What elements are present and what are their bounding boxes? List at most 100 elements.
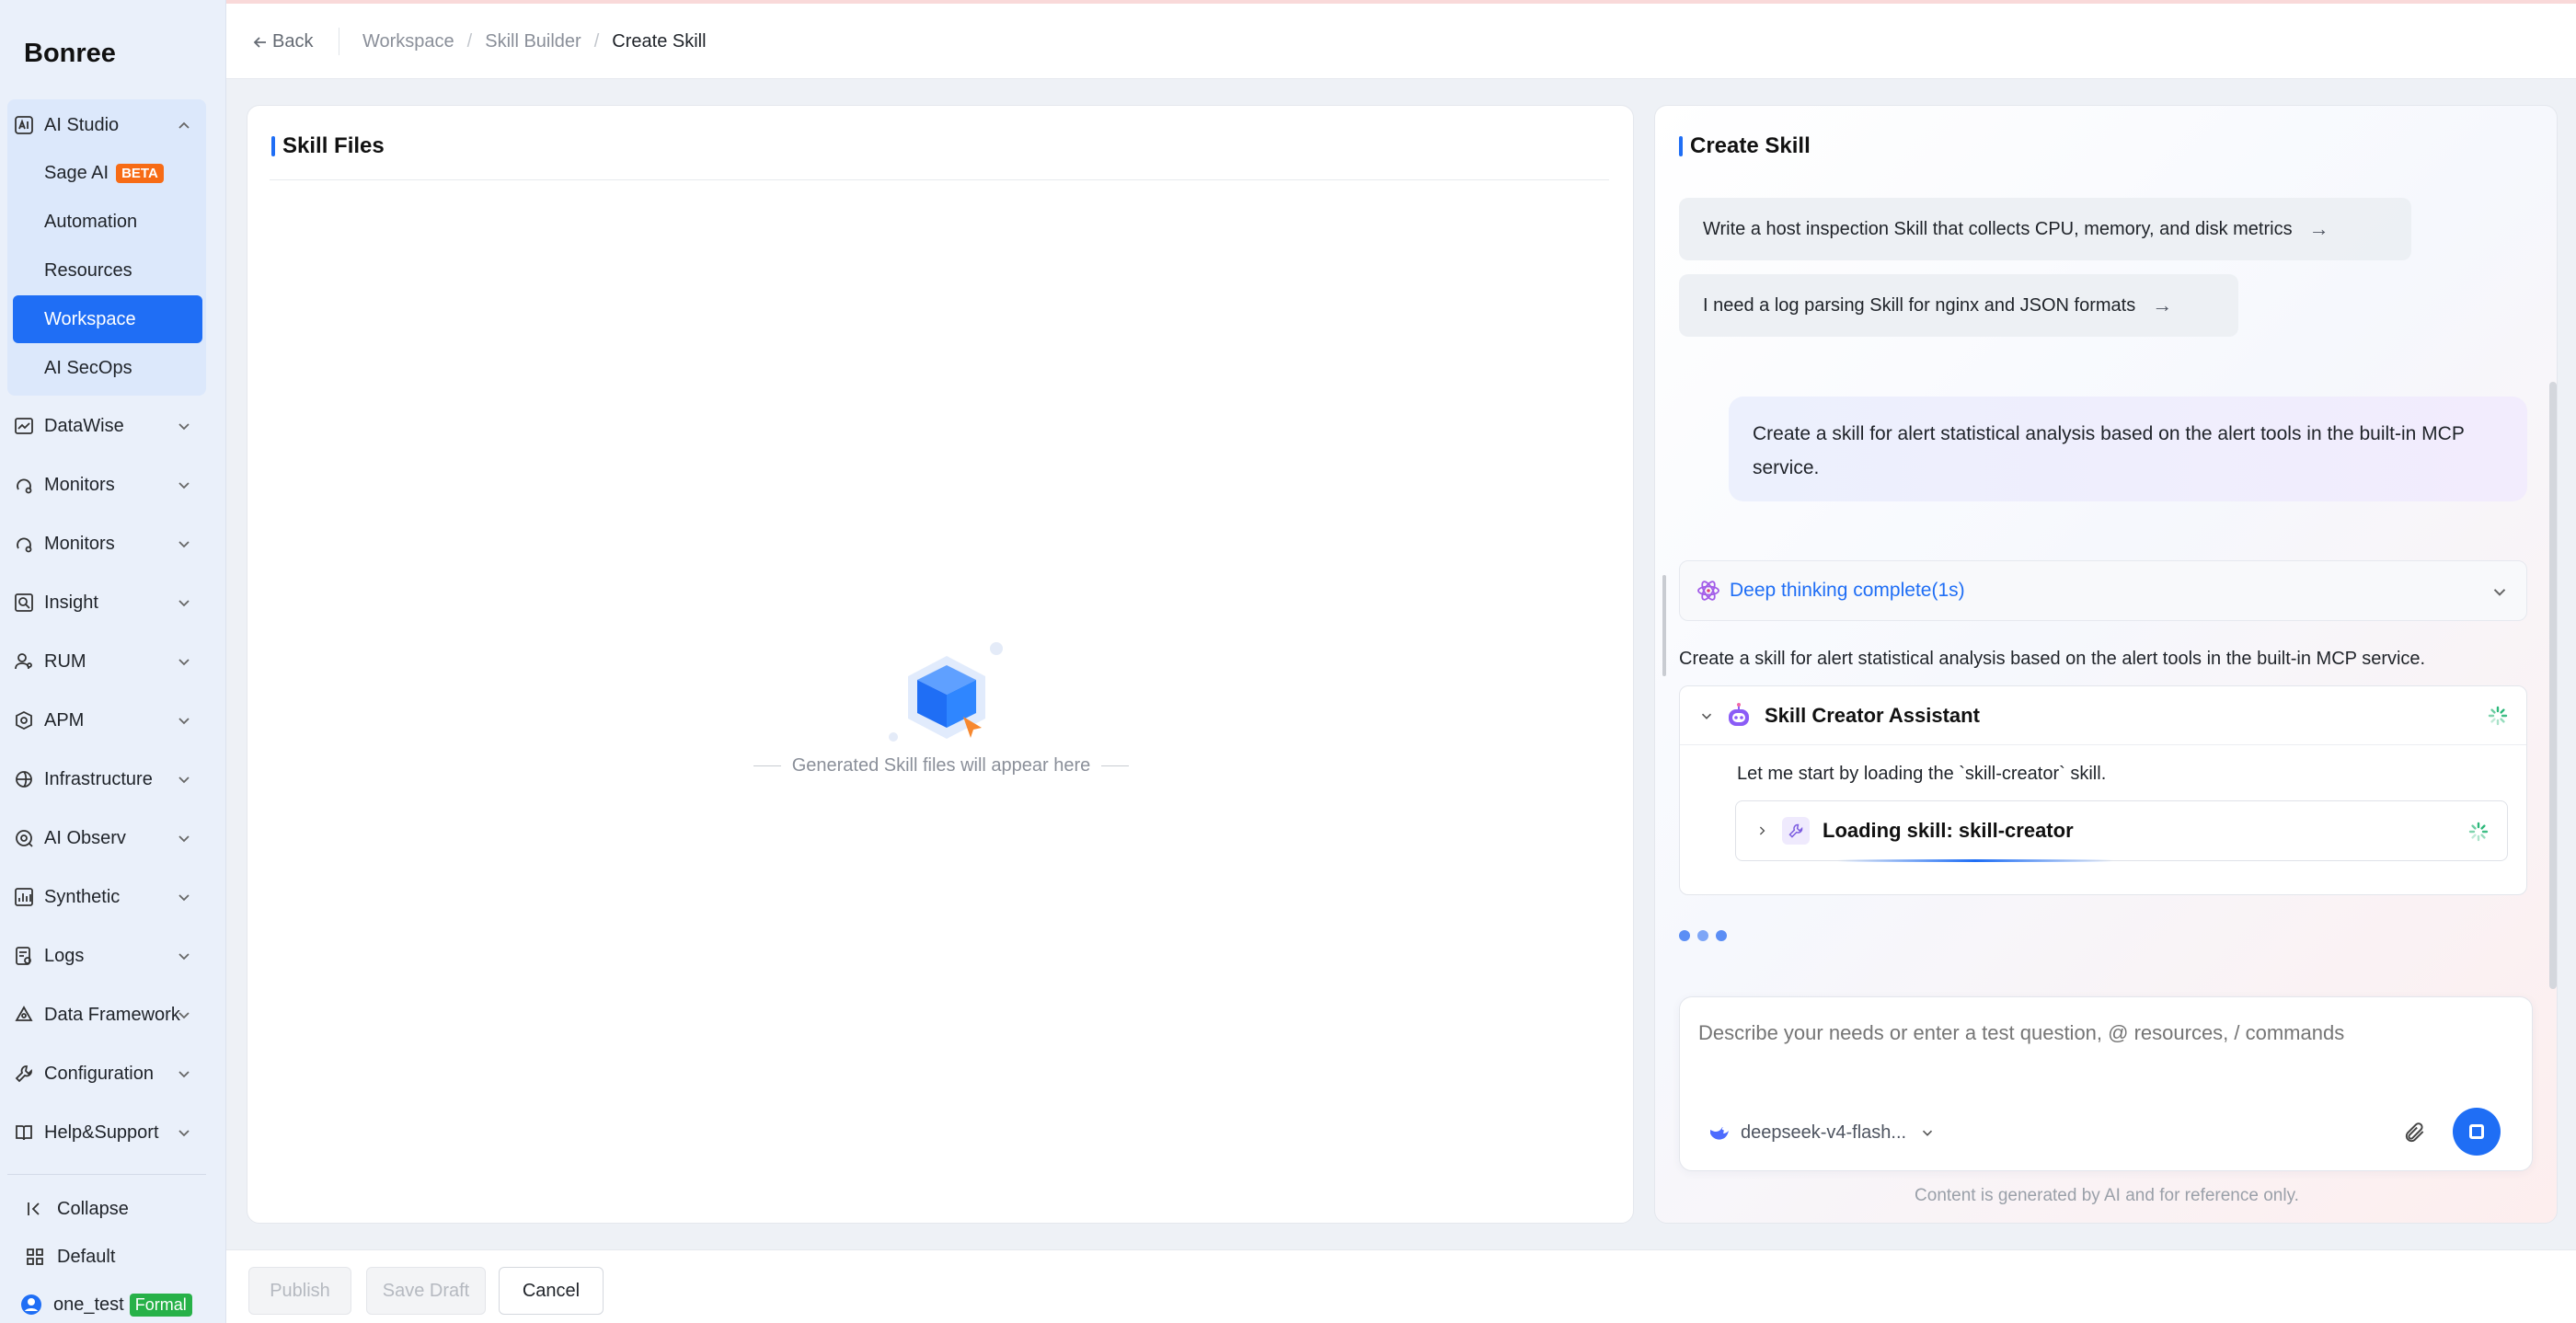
nav-label: Configuration [44,1063,154,1084]
tool-progress-bar [1837,859,2113,862]
sidebar-item-label: Workspace [44,308,136,329]
suggestion-log-parsing[interactable]: I need a log parsing Skill for nginx and… [1679,274,2238,337]
nav-label: Infrastructure [44,768,153,789]
assistant-name: Skill Creator Assistant [1765,703,1980,727]
publish-button[interactable]: Publish [248,1267,351,1315]
chevron-down-icon [178,1130,190,1137]
nav-logs[interactable]: Logs [13,932,206,980]
infrastructure-icon [13,768,35,790]
assistant-header[interactable]: Skill Creator Assistant [1680,686,2526,745]
chat-input[interactable] [1698,1021,2490,1045]
sidebar-item-resources[interactable]: Resources [13,247,202,294]
sidebar-item-sage-ai[interactable]: Sage AI BETA [13,149,202,197]
cancel-button[interactable]: Cancel [499,1267,604,1315]
thinking-label: Deep thinking complete(1s) [1730,580,1965,601]
nav-monitors[interactable]: Monitors [13,461,206,509]
top-header: Back Workspace / Skill Builder / Create … [226,0,2576,79]
framework-icon [13,1004,35,1026]
chevron-down-icon [178,1071,190,1078]
tool-call-card[interactable]: Loading skill: skill-creator [1735,800,2508,862]
book-icon [13,1122,35,1144]
avatar [20,1294,42,1316]
loading-spinner-icon [2468,822,2489,842]
nav-help-support[interactable]: Help&Support [13,1109,206,1156]
sidebar-item-ai-secops[interactable]: AI SecOps [13,344,202,392]
nav-datawise[interactable]: DataWise [13,402,206,450]
breadcrumb-separator: / [466,31,473,52]
save-draft-button[interactable]: Save Draft [366,1267,486,1315]
thread-marker [1662,575,1666,676]
breadcrumb-workspace[interactable]: Workspace [362,31,454,52]
apm-icon [13,709,35,731]
chat-scrollbar[interactable] [2549,382,2557,989]
breadcrumb: Workspace / Skill Builder / Create Skill [362,31,707,52]
chevron-down-icon [178,718,190,725]
skill-files-title: Skill Files [271,133,385,159]
nav-data-framework[interactable]: Data Framework [13,991,206,1039]
nav-synthetic[interactable]: Synthetic [13,873,206,921]
user-name: one_test [53,1294,124,1315]
chevron-down-icon [178,423,190,431]
chevron-down-icon [2493,589,2506,596]
stop-generation-button[interactable] [2453,1108,2501,1156]
stop-icon [2469,1124,2484,1139]
nav-infrastructure[interactable]: Infrastructure [13,755,206,803]
nav-label: Logs [44,945,85,966]
model-selector[interactable]: deepseek-v4-flash... [1708,1121,1936,1145]
space-label: Default [57,1246,116,1267]
nav-ai-observ[interactable]: AI Observ [13,814,206,862]
sidebar-item-label: Sage AI [44,162,109,183]
loading-spinner-icon [2488,706,2508,726]
chat-composer: deepseek-v4-flash... [1679,996,2533,1171]
sidebar-divider [7,1174,206,1175]
sidebar-item-workspace[interactable]: Workspace [13,295,202,343]
grid-icon [24,1246,46,1268]
thinking-content: Create a skill for alert statistical ana… [1679,649,2426,669]
suggestion-host-inspection[interactable]: Write a host inspection Skill that colle… [1679,198,2411,260]
deepseek-logo-icon [1710,1127,1729,1140]
sidebar-item-label: Automation [44,211,138,232]
beta-badge: BETA [116,163,164,183]
collapse-button[interactable]: Collapse [24,1191,129,1227]
sidebar-item-label: AI SecOps [44,357,132,378]
breadcrumb-skill-builder[interactable]: Skill Builder [485,31,581,52]
create-skill-title: Create Skill [1679,133,1811,159]
ai-disclaimer: Content is generated by AI and for refer… [1915,1186,2299,1205]
nav-label: Monitors [44,533,115,554]
nav-configuration[interactable]: Configuration [13,1050,206,1098]
back-button[interactable]: Back [252,31,313,52]
robot-icon [1729,702,1749,726]
wrench-icon [13,1063,35,1085]
footer-actions: Publish Save Draft Cancel [226,1249,2576,1323]
model-name: deepseek-v4-flash... [1741,1122,1907,1143]
nav-monitors-2[interactable]: Monitors [13,520,206,568]
nav-label: Help&Support [44,1122,159,1143]
chart-icon [13,415,35,437]
paperclip-icon[interactable] [2403,1121,2427,1145]
nav-label: Synthetic [44,886,121,907]
chevron-down-icon [1923,1130,1933,1136]
nav-label: DataWise [44,415,124,436]
chevron-down-icon [178,835,190,843]
nav-label: Data Framework [44,1004,180,1025]
nav-label: Insight [44,592,98,613]
user-profile[interactable]: one_test Formal [20,1286,192,1323]
collapse-label: Collapse [57,1198,129,1219]
empty-state-text: Generated Skill files will appear here [247,755,1635,777]
chevron-down-icon [178,659,190,666]
nav-insight[interactable]: Insight [13,579,206,627]
chevron-down-icon [178,1012,190,1019]
sidebar-item-automation[interactable]: Automation [13,198,202,246]
thinking-toggle[interactable]: Deep thinking complete(1s) [1679,560,2527,621]
nav-label: AI Observ [44,827,126,848]
collapse-icon [24,1198,46,1220]
nav-apm[interactable]: APM [13,696,206,744]
skill-files-panel: Skill Files Generated Skill files will a… [247,105,1634,1224]
nav-ai-studio[interactable]: AI Studio [13,101,206,149]
monitor-icon [13,533,35,555]
typing-indicator [1679,930,1734,941]
nav-label: APM [44,709,85,731]
panel-divider [270,179,1609,180]
nav-rum[interactable]: RUM [13,638,206,685]
space-selector[interactable]: Default [24,1238,115,1275]
